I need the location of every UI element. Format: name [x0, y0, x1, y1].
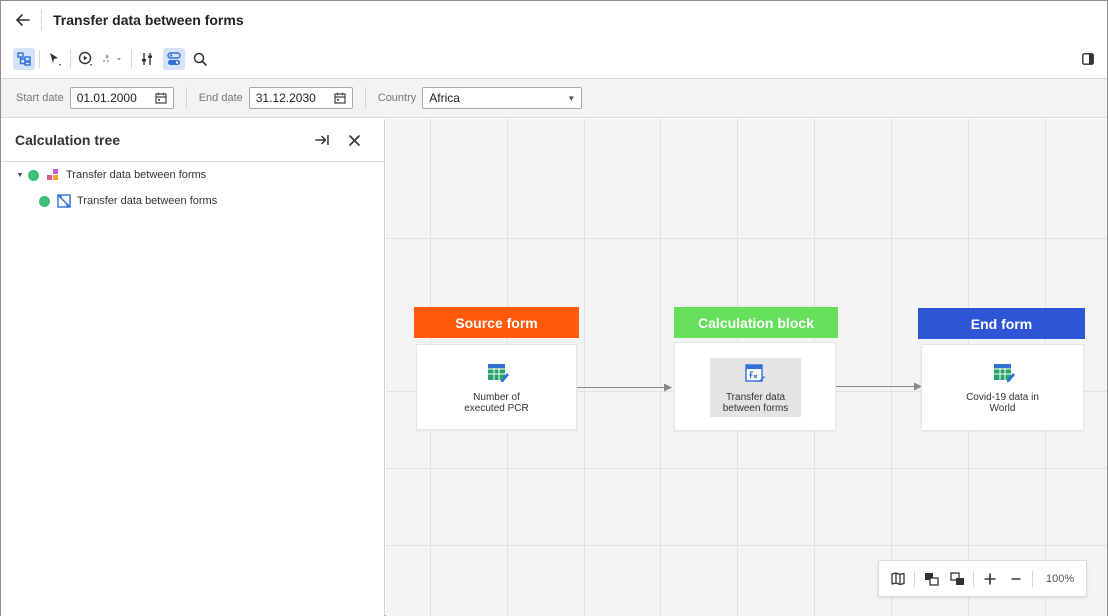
calculation-block-body: Transfer data between forms — [674, 342, 836, 431]
run-icon — [78, 51, 92, 66]
calculation-tree-header: Calculation tree — [1, 119, 384, 162]
settings-sliders-icon — [142, 53, 152, 65]
arrow-to-right-icon — [315, 135, 329, 145]
send-backward-icon — [949, 571, 964, 585]
calculation-block-node[interactable]: Calculation block Transfer data between … — [674, 307, 838, 433]
transfer-block-icon — [57, 194, 71, 208]
title-divider — [41, 9, 42, 30]
end-form-body: Covid-19 data in World — [921, 344, 1084, 431]
select-tool-button[interactable] — [44, 48, 66, 70]
title-bar: Transfer data between forms — [1, 1, 1107, 38]
zoom-in-button[interactable] — [979, 568, 1001, 590]
search-icon — [193, 52, 207, 66]
toolbar-divider — [70, 50, 71, 68]
end-form-label-1: Covid-19 data in — [966, 392, 1039, 403]
zoom-divider — [973, 570, 974, 587]
zoom-divider — [914, 570, 915, 587]
structure-icon — [17, 52, 31, 66]
plus-icon — [984, 573, 996, 584]
calculation-block-header: Calculation block — [674, 307, 838, 338]
status-dot-icon — [39, 195, 50, 207]
param-divider — [364, 87, 366, 109]
start-date-label: Start date — [16, 92, 64, 104]
start-date-value: 01.01.2000 — [76, 91, 137, 105]
calculation-tree-title: Calculation tree — [15, 132, 121, 148]
form-table-icon — [994, 364, 1015, 382]
chevron-down-icon: ▼ — [567, 93, 576, 103]
zoom-toolbar: 100% — [878, 560, 1087, 597]
dropdown-caret-icon — [117, 58, 121, 61]
select-pointer-icon — [50, 53, 61, 66]
source-form-label-2: executed PCR — [464, 403, 529, 414]
country-value: Africa — [429, 91, 460, 105]
toggle-view-icon — [167, 52, 181, 65]
map-icon — [891, 572, 905, 585]
calculation-tree-panel: Calculation tree ▼ Transfer data between… — [1, 119, 385, 616]
zoom-divider — [1032, 570, 1033, 587]
undock-panel-button[interactable] — [312, 130, 332, 150]
source-form-header: Source form — [414, 307, 579, 338]
connector-arrowhead — [664, 383, 672, 392]
send-backward-button[interactable] — [946, 568, 968, 590]
bring-forward-icon — [924, 572, 939, 586]
tree-item[interactable]: ▼ Transfer data between forms — [1, 162, 384, 188]
parameters-bar: Start date 01.01.2000 End date 31.12.203… — [1, 78, 1107, 118]
end-form-node[interactable]: End form Covid-19 data in World — [918, 308, 1085, 434]
structure-button[interactable] — [13, 48, 35, 70]
bring-forward-button[interactable] — [920, 568, 942, 590]
step-run-button[interactable] — [97, 48, 127, 70]
tree-item-label: Transfer data between forms — [77, 195, 218, 207]
zoom-out-button[interactable] — [1005, 568, 1027, 590]
end-date-value: 31.12.2030 — [255, 91, 316, 105]
main-toolbar — [1, 44, 1107, 74]
settings-button[interactable] — [136, 48, 158, 70]
minus-icon — [1011, 577, 1021, 580]
panel-toggle-button[interactable] — [1077, 48, 1099, 70]
param-divider — [185, 87, 187, 109]
toggle-view-button[interactable] — [163, 48, 185, 70]
run-button[interactable] — [75, 48, 97, 70]
arrow-left-icon — [16, 13, 30, 26]
source-form-node[interactable]: Source form Number of executed PCR — [414, 307, 579, 433]
minimap-button[interactable] — [887, 568, 909, 590]
tree-item-label: Transfer data between forms — [66, 169, 207, 181]
calendar-icon[interactable] — [155, 92, 167, 104]
end-form-header: End form — [918, 308, 1085, 339]
step-run-icon — [103, 54, 121, 62]
collapse-arrow-icon[interactable]: ▼ — [15, 172, 25, 179]
page-title: Transfer data between forms — [53, 11, 244, 28]
close-icon — [348, 134, 360, 146]
tree-item[interactable]: Transfer data between forms — [1, 188, 384, 214]
source-form-body: Number of executed PCR — [416, 344, 577, 430]
calculation-block-selection[interactable]: Transfer data between forms — [710, 358, 801, 417]
source-form-label-1: Number of — [473, 392, 520, 403]
function-icon — [745, 364, 765, 382]
calculation-block-label-1: Transfer data — [725, 392, 786, 403]
panel-toggle-icon — [1082, 53, 1094, 65]
calculation-block-label-2: between forms — [722, 403, 789, 414]
country-select[interactable]: Africa ▼ — [422, 87, 583, 109]
model-blocks-icon — [47, 169, 58, 180]
back-button[interactable] — [12, 9, 34, 31]
end-date-label: End date — [198, 92, 243, 104]
zoom-level[interactable]: 100% — [1046, 573, 1074, 585]
form-table-icon — [488, 364, 509, 382]
search-button[interactable] — [189, 48, 211, 70]
calendar-icon[interactable] — [334, 92, 346, 104]
start-date-field[interactable]: 01.01.2000 — [69, 87, 174, 109]
diagram-canvas[interactable]: Source form Number of executed PCR Calcu… — [386, 119, 1107, 616]
end-date-field[interactable]: 31.12.2030 — [248, 87, 353, 109]
end-form-label-2: World — [989, 403, 1016, 414]
toolbar-divider — [131, 50, 132, 68]
close-panel-button[interactable] — [344, 130, 364, 150]
toolbar-divider — [39, 50, 40, 68]
status-dot-icon — [28, 169, 39, 181]
country-label: Country — [377, 92, 417, 104]
app-window: Transfer data between forms Start date 0… — [0, 0, 1108, 616]
